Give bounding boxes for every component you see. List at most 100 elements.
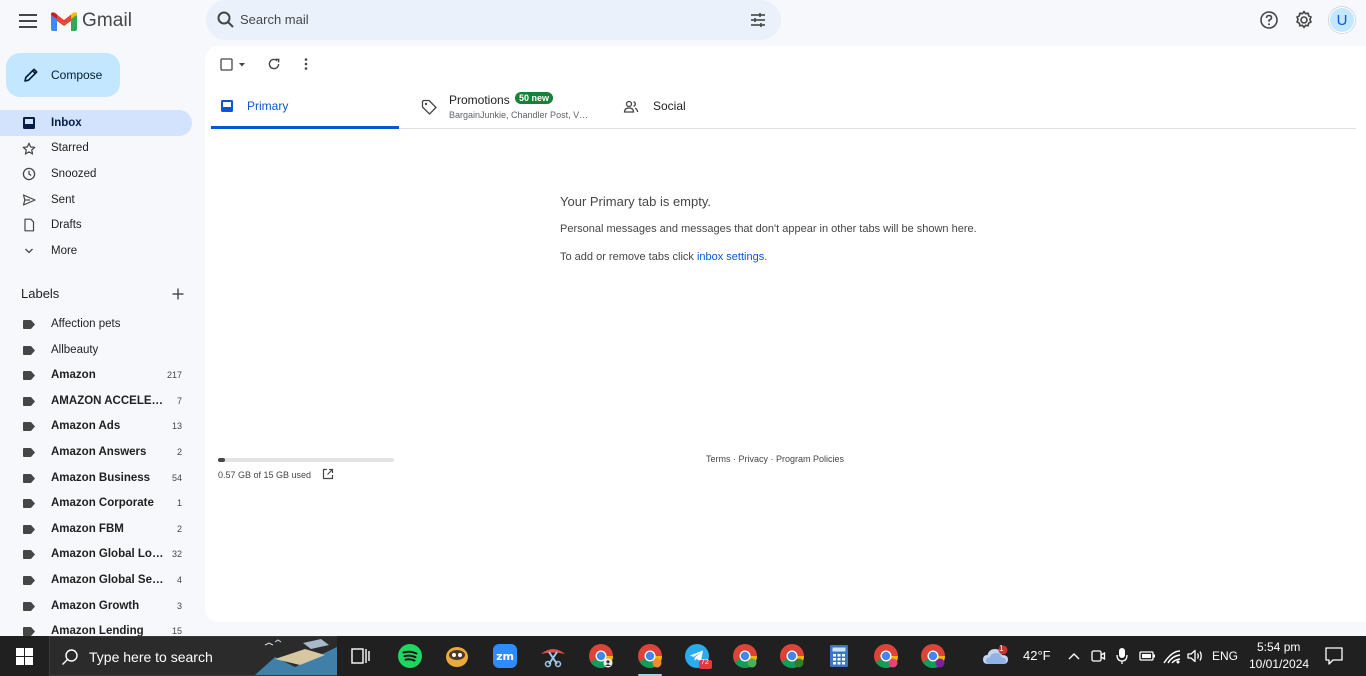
footer-links[interactable]: Terms · Privacy · Program Policies [706,454,844,464]
taskbar-app-telegram[interactable]: 72 [683,641,713,671]
label-name: Affection pets [51,318,121,330]
label-item[interactable]: AMAZON ACCELER… 7 [0,389,200,415]
taskbar-app-chrome-5[interactable] [871,641,901,671]
search-icon[interactable] [216,10,236,30]
taskbar-search-box[interactable]: Type here to search [49,636,337,676]
label-item[interactable]: Amazon Growth 3 [0,594,200,620]
label-item[interactable]: Amazon Answers 2 [0,440,200,466]
label-name: Amazon [51,369,96,382]
taskbar-app-calculator[interactable] [824,641,854,671]
spotify-icon [398,644,422,668]
label-unread-count: 13 [171,421,182,432]
weather-widget[interactable]: 1 42°F [980,636,1052,676]
caret-down-icon[interactable] [236,60,248,70]
label-item[interactable]: Amazon Lending 15 [0,619,200,636]
more-vert-icon[interactable] [300,57,312,71]
nav-item-snoozed[interactable]: Snoozed [0,161,200,187]
search-options-icon[interactable] [749,11,767,29]
search-bar[interactable]: Search mail [206,0,781,40]
weather-alert-count: 1 [999,644,1004,653]
tag-icon [421,99,437,115]
label-name: AMAZON ACCELER… [51,394,166,407]
open-in-new-icon[interactable] [322,468,334,480]
label-item[interactable]: Amazon FBM 2 [0,517,200,543]
taskbar-app-spotify[interactable] [395,641,425,671]
tab-promotions[interactable]: Promotions 50 new BargainJunkie, Chandle… [421,84,611,129]
label-icon [23,524,35,534]
nav-item-inbox[interactable]: Inbox [0,110,192,136]
nav-label: Sent [51,193,75,206]
label-item[interactable]: Affection pets [0,312,200,338]
tab-social[interactable]: Social [623,84,763,129]
windows-start-icon[interactable] [16,648,33,665]
label-unread-count: 2 [176,446,182,457]
people-icon [623,100,639,113]
wifi-icon[interactable] [1163,648,1181,664]
taskbar-app-task-view[interactable] [345,641,375,671]
taskbar-search-placeholder: Type here to search [89,649,213,665]
chrome-icon [733,644,757,669]
select-all-checkbox[interactable] [220,58,248,71]
compose-button[interactable]: Compose [6,53,120,97]
gmail-m-icon [51,12,77,31]
label-icon [23,499,35,509]
task-view-icon [351,648,370,664]
label-item[interactable]: Amazon Corporate 1 [0,491,200,517]
nav-item-sent[interactable]: Sent [0,187,200,213]
nav-label: Snoozed [51,167,97,180]
search-input[interactable]: Search mail [240,12,309,27]
input-language[interactable]: ENG [1212,649,1238,663]
chrome-icon [780,644,804,669]
clock-time[interactable]: 5:54 pm [1257,640,1300,654]
header: Gmail Search mail U [0,0,1366,42]
microphone-icon[interactable] [1116,647,1128,665]
label-item[interactable]: Amazon Ads 13 [0,414,200,440]
label-unread-count: 3 [176,600,182,611]
nav-item-more[interactable]: More [0,238,200,264]
settings-gear-icon[interactable] [1294,10,1314,30]
taskbar-app-chrome-2[interactable] [635,641,665,676]
taskbar-app-chrome-1[interactable] [586,641,616,671]
label-icon [23,396,35,406]
label-icon [23,627,35,636]
label-item[interactable]: Allbeauty [0,338,200,364]
taskbar-app-chrome-3[interactable] [730,641,760,671]
help-icon[interactable] [1259,10,1279,30]
inbox-settings-link[interactable]: inbox settings [697,251,764,263]
game-icon [446,647,468,667]
label-name: Allbeauty [51,343,99,356]
label-icon [23,320,35,329]
label-item[interactable]: Amazon Global Sell… 4 [0,568,200,594]
add-label-icon[interactable] [171,287,185,301]
label-list: Affection pets Allbeauty Amazon 217 AMAZON A… [0,312,200,636]
label-item[interactable]: Amazon 217 [0,363,200,389]
inbox-icon [23,117,35,129]
taskbar-app-snipping-tool[interactable] [538,641,568,671]
nav-item-starred[interactable]: Starred [0,136,200,162]
refresh-icon[interactable] [267,57,281,71]
volume-icon[interactable] [1186,648,1204,664]
nav-label: Drafts [51,219,82,232]
label-item[interactable]: Amazon Business 54 [0,466,200,492]
taskbar-app-chrome-6[interactable] [918,641,948,671]
account-avatar[interactable]: U [1329,7,1355,33]
clock-date[interactable]: 10/01/2024 [1249,657,1309,671]
clock-icon [22,167,36,181]
gmail-logo[interactable]: Gmail [51,10,132,32]
main-menu-button[interactable] [14,9,42,33]
label-name: Amazon Business [51,471,151,484]
chevron-up-icon[interactable] [1067,650,1081,662]
battery-icon[interactable] [1138,649,1156,663]
tab-primary[interactable]: Primary [211,84,399,129]
meet-now-icon[interactable] [1090,648,1106,664]
label-icon [23,601,35,611]
label-item[interactable]: Amazon Global Lo… 32 [0,542,200,568]
empty-state-title: Your Primary tab is empty. [560,194,711,209]
notifications-icon[interactable] [1324,646,1344,666]
taskbar-app-game[interactable] [442,641,472,671]
cloud-icon [983,645,1008,664]
taskbar-app-chrome-4[interactable] [777,641,807,671]
nav-item-drafts[interactable]: Drafts [0,212,200,238]
taskbar-app-zoom[interactable]: zm [490,641,520,671]
label-unread-count: 15 [171,626,182,636]
